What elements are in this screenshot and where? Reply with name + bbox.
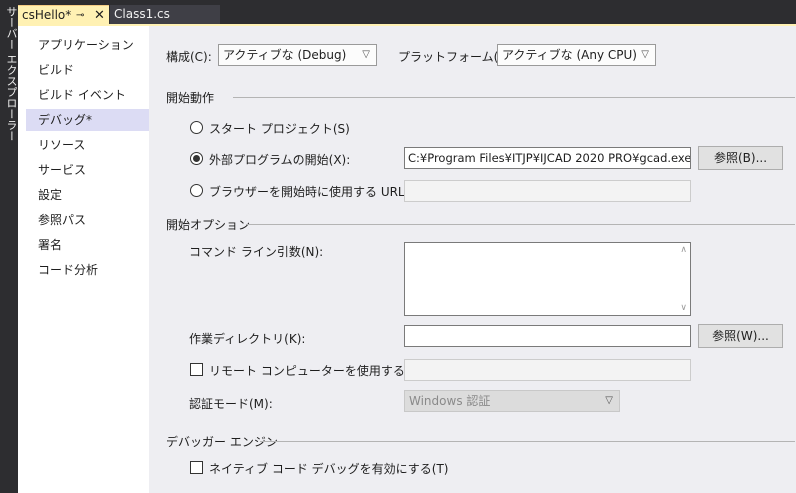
external-program-radio[interactable]	[190, 152, 203, 165]
nav-item-build[interactable]: ビルド	[26, 59, 149, 81]
debug-settings-panel: 構成(C): アクティブな (Debug) ▽ プラットフォーム(M): アクテ…	[149, 26, 796, 493]
nav-item-settings[interactable]: 設定	[26, 184, 149, 206]
browser-url-radio[interactable]	[190, 184, 203, 197]
section-divider	[246, 224, 795, 225]
external-program-label[interactable]: 外部プログラムの開始(X):	[209, 151, 350, 168]
workdir-label: 作業ディレクトリ(K):	[189, 332, 306, 346]
scroll-down-icon[interactable]: ∨	[680, 303, 687, 313]
start-action-heading: 開始動作	[166, 91, 215, 105]
server-explorer-strip[interactable]: サーバー エクスプローラー	[0, 0, 18, 493]
remote-computer-checkbox[interactable]	[190, 363, 203, 376]
browse-program-button[interactable]: 参照(B)...	[698, 146, 783, 170]
platform-value: アクティブな (Any CPU)	[502, 48, 637, 62]
native-debug-checkbox[interactable]	[190, 461, 203, 474]
project-properties: アプリケーション ビルド ビルド イベント デバッグ* リソース サービス 設定…	[18, 24, 796, 493]
section-divider	[233, 97, 795, 98]
remote-computer-field[interactable]	[404, 359, 691, 381]
chevron-down-icon: ▽	[605, 395, 613, 406]
auth-mode-label: 認証モード(M):	[189, 397, 273, 411]
close-icon[interactable]: ✕	[94, 6, 105, 25]
nav-item-resources[interactable]: リソース	[26, 134, 149, 156]
nav-item-reference-paths[interactable]: 参照パス	[26, 209, 149, 231]
nav-item-application[interactable]: アプリケーション	[26, 34, 149, 56]
browser-url-field[interactable]	[404, 180, 691, 202]
external-program-path-field[interactable]: C:¥Program Files¥ITJP¥IJCAD 2020 PRO¥gca…	[404, 147, 691, 169]
native-debug-label[interactable]: ネイティブ コード デバッグを有効にする(T)	[209, 460, 448, 477]
tab-class1[interactable]: Class1.cs	[110, 5, 220, 24]
tab-cshello[interactable]: csHello* ⊸ ✕	[18, 5, 109, 24]
start-project-radio[interactable]	[190, 121, 203, 134]
section-divider	[260, 441, 795, 442]
tab-class1-label: Class1.cs	[114, 7, 170, 21]
scroll-up-icon[interactable]: ∧	[680, 245, 687, 255]
browser-url-label[interactable]: ブラウザーを開始時に使用する URL(R):	[209, 183, 426, 200]
remote-computer-label[interactable]: リモート コンピューターを使用する(A)	[209, 362, 422, 379]
browse-workdir-button[interactable]: 参照(W)...	[698, 324, 783, 348]
nav-item-services[interactable]: サービス	[26, 159, 149, 181]
nav-item-debug[interactable]: デバッグ*	[26, 109, 157, 131]
chevron-down-icon: ▽	[362, 49, 370, 60]
start-options-heading: 開始オプション	[166, 218, 251, 232]
auth-mode-value: Windows 認証	[409, 394, 491, 408]
start-project-label[interactable]: スタート プロジェクト(S)	[209, 120, 350, 137]
config-dropdown[interactable]: アクティブな (Debug) ▽	[218, 44, 377, 66]
nav-item-signing[interactable]: 署名	[26, 234, 149, 256]
tab-cshello-label: csHello*	[22, 8, 72, 22]
workdir-field[interactable]	[404, 325, 691, 347]
platform-dropdown[interactable]: アクティブな (Any CPU) ▽	[497, 44, 656, 66]
auth-mode-dropdown[interactable]: Windows 認証 ▽	[404, 390, 620, 412]
config-label: 構成(C):	[166, 50, 212, 64]
chevron-down-icon: ▽	[641, 49, 649, 60]
nav-item-code-analysis[interactable]: コード分析	[26, 259, 149, 281]
cmdline-args-field[interactable]: ∧ ∨	[404, 242, 691, 316]
document-tab-bar: csHello* ⊸ ✕ Class1.cs	[18, 0, 796, 24]
nav-item-build-events[interactable]: ビルド イベント	[26, 84, 149, 106]
cmdline-label: コマンド ライン引数(N):	[189, 245, 324, 259]
config-value: アクティブな (Debug)	[223, 48, 347, 62]
properties-nav: アプリケーション ビルド ビルド イベント デバッグ* リソース サービス 設定…	[18, 26, 157, 493]
server-explorer-label[interactable]: サーバー エクスプローラー	[3, 6, 19, 142]
pin-icon[interactable]: ⊸	[76, 6, 84, 25]
